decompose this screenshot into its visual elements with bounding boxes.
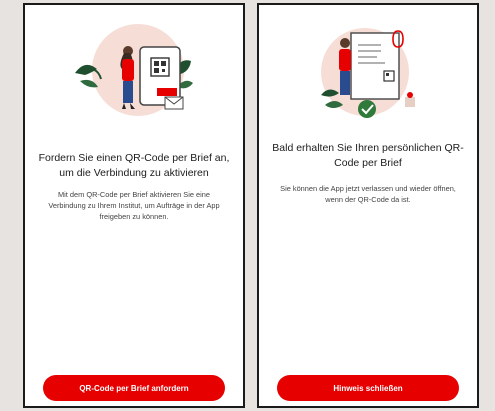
description-text: Sie können die App jetzt verlassen und w… bbox=[280, 184, 456, 204]
page-title: Fordern Sie einen QR-Code per Brief an, … bbox=[38, 152, 230, 179]
page-title: Bald erhalten Sie Ihren persönlichen QR-… bbox=[272, 142, 464, 169]
person-with-qr-phone-illustration bbox=[75, 24, 193, 116]
request-qr-code-button[interactable]: QR-Code per Brief anfordern bbox=[43, 375, 225, 401]
description-text: Mit dem QR-Code per Brief aktivieren Sie… bbox=[48, 190, 220, 221]
close-notice-button[interactable]: Hinweis schließen bbox=[277, 375, 459, 401]
person-with-letter-checkmark-illustration bbox=[321, 28, 415, 118]
phone-screen-request: Fordern Sie einen QR-Code per Brief an, … bbox=[23, 3, 245, 408]
phone-screen-confirmation: Bald erhalten Sie Ihren persönlichen QR-… bbox=[257, 3, 479, 408]
